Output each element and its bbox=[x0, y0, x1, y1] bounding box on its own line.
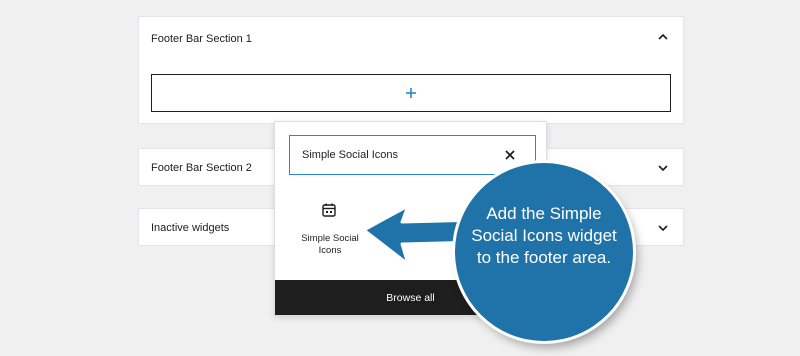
chevron-down-icon[interactable] bbox=[657, 162, 669, 174]
simple-social-icons-block[interactable]: Simple Social Icons bbox=[297, 197, 363, 261]
calendar-icon bbox=[322, 203, 336, 217]
annotation-callout: Add the Simple Social Icons widget to th… bbox=[455, 163, 633, 341]
add-block-button[interactable] bbox=[151, 74, 671, 112]
chevron-up-icon[interactable] bbox=[657, 31, 669, 43]
callout-text: Add the Simple Social Icons widget to th… bbox=[471, 204, 617, 267]
block-search-input[interactable]: Simple Social Icons bbox=[289, 135, 536, 175]
section-title[interactable]: Footer Bar Section 1 bbox=[151, 33, 252, 45]
close-icon[interactable] bbox=[503, 148, 517, 162]
block-label: Simple Social Icons bbox=[301, 233, 359, 256]
footer-bar-section-1-panel: Footer Bar Section 1 bbox=[138, 16, 684, 124]
section-title[interactable]: Inactive widgets bbox=[151, 222, 229, 234]
section-title[interactable]: Footer Bar Section 2 bbox=[151, 162, 252, 174]
search-value: Simple Social Icons bbox=[302, 149, 398, 161]
plus-icon bbox=[406, 88, 416, 98]
chevron-down-icon[interactable] bbox=[657, 222, 669, 234]
